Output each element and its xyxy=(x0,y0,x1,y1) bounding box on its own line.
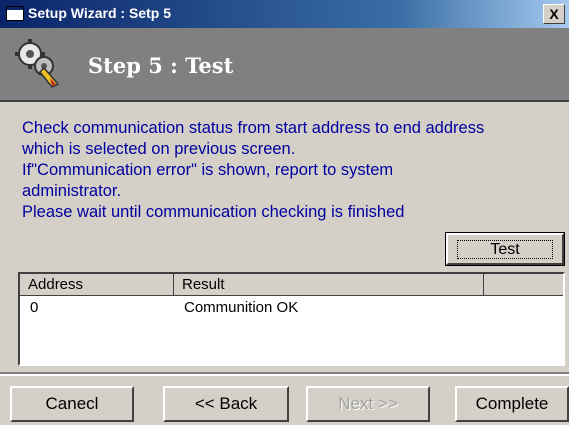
test-button-label: Test xyxy=(457,240,553,259)
cancel-button[interactable]: Canecl xyxy=(10,386,134,422)
table-header: Address Result xyxy=(20,274,563,296)
next-button[interactable]: Next >> xyxy=(306,386,430,422)
instruction-line: administrator. xyxy=(22,182,122,200)
results-table[interactable]: Address Result 0 Communition OK xyxy=(18,272,565,366)
cell-address: 0 xyxy=(30,299,39,316)
window-title: Setup Wizard : Setp 5 xyxy=(28,5,172,21)
test-button[interactable]: Test xyxy=(445,232,565,266)
instruction-line: If"Communication error" is shown, report… xyxy=(22,161,394,179)
instruction-line: Check communication status from start ad… xyxy=(22,119,485,137)
wizard-header: Step 5 : Test xyxy=(0,28,569,102)
title-bar: Setup Wizard : Setp 5 X xyxy=(0,0,569,28)
instruction-line: which is selected on previous screen. xyxy=(22,140,296,158)
button-bar: Canecl << Back Next >> Complete xyxy=(0,374,569,425)
column-header-empty[interactable] xyxy=(484,274,563,296)
column-header-address[interactable]: Address xyxy=(20,274,174,296)
complete-button[interactable]: Complete xyxy=(455,386,569,422)
step-title: Step 5 : Test xyxy=(88,53,234,78)
back-button[interactable]: << Back xyxy=(163,386,289,422)
instruction-line: Please wait until communication checking… xyxy=(22,203,405,221)
table-row[interactable]: 0 Communition OK xyxy=(20,299,563,316)
close-button[interactable]: X xyxy=(543,4,565,24)
wizard-body: Check communication status from start ad… xyxy=(0,102,569,372)
column-header-result[interactable]: Result xyxy=(174,274,484,296)
instructions-text: Check communication status from start ad… xyxy=(22,118,567,223)
window-icon xyxy=(6,6,24,21)
cell-result: Communition OK xyxy=(184,299,299,316)
gears-icon xyxy=(15,39,60,88)
